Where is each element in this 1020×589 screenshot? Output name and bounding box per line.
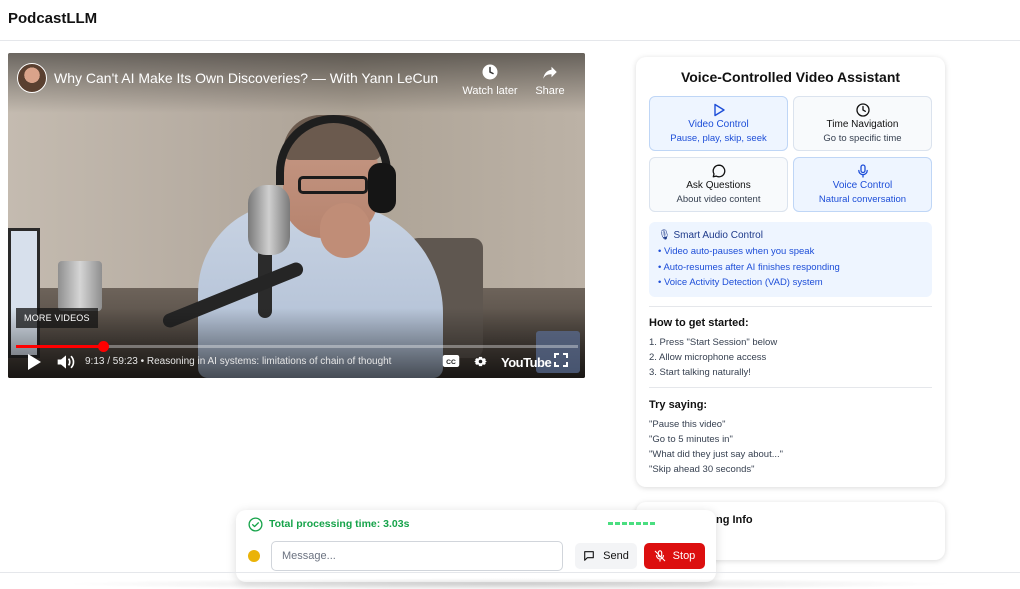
stop-label: Stop <box>672 550 696 562</box>
feature-subtitle: Pause, play, skip, seek <box>670 133 767 144</box>
feature-title: Ask Questions <box>686 180 751 191</box>
video-frame-headphone-cup <box>368 163 396 213</box>
volume-button[interactable] <box>56 353 76 376</box>
fullscreen-button[interactable] <box>554 353 568 372</box>
get-started-step: 1. Press "Start Session" below <box>649 337 778 348</box>
feature-title: Time Navigation <box>826 119 899 130</box>
feature-subtitle: About video content <box>676 194 761 205</box>
svg-text:CC: CC <box>446 359 456 366</box>
progress-bar[interactable] <box>16 341 578 352</box>
video-time: 9:13 / 59:23 <box>85 356 138 367</box>
feature-voice-control[interactable]: Voice Control Natural conversation <box>793 157 932 212</box>
play-icon <box>713 103 725 117</box>
video-frame-microphone <box>248 185 290 255</box>
message-input[interactable] <box>271 541 563 571</box>
bottom-divider <box>0 572 1020 573</box>
try-saying-title: Try saying: <box>649 399 708 411</box>
watch-later-label: Watch later <box>462 85 518 97</box>
top-bar: PodcastLLM <box>0 0 1020 41</box>
example-phrase: "Go to 5 minutes in" <box>649 434 733 445</box>
get-started-step: 2. Allow microphone access <box>649 352 767 363</box>
stop-button[interactable]: Stop <box>644 543 705 569</box>
send-button[interactable]: Send <box>575 543 637 569</box>
video-frame-hand <box>320 203 370 258</box>
microphone-icon <box>857 164 868 178</box>
more-videos-button[interactable]: MORE VIDEOS <box>16 308 98 328</box>
example-phrase: "Skip ahead 30 seconds" <box>649 464 755 475</box>
fullscreen-icon <box>554 353 568 367</box>
channel-avatar[interactable] <box>17 63 47 93</box>
video-time-and-chapter: 9:13 / 59:23 • Reasoning in AI systems: … <box>85 356 391 367</box>
message-square-icon <box>584 551 594 561</box>
divider <box>649 387 932 388</box>
video-chapter[interactable]: • Reasoning in AI systems: limitations o… <box>141 356 392 367</box>
feature-subtitle: Natural conversation <box>818 194 907 205</box>
example-phrase: "What did they just say about..." <box>649 449 784 460</box>
video-player[interactable]: Why Can't AI Make Its Own Discoveries? —… <box>8 53 585 378</box>
watch-later-button[interactable]: Watch later <box>460 63 520 97</box>
send-label: Send <box>603 550 629 562</box>
clock-icon <box>482 64 498 80</box>
chat-bubble-icon <box>712 164 725 178</box>
voice-assistant-panel: Voice-Controlled Video Assistant Video C… <box>636 57 945 487</box>
video-frame-mug <box>58 261 102 311</box>
smart-audio-title: 🎙 Smart Audio Control <box>658 230 763 241</box>
play-icon <box>28 354 41 370</box>
smart-audio-item: • Video auto-pauses when you speak <box>658 246 815 257</box>
audio-level-indicator <box>608 522 656 525</box>
feature-title: Voice Control <box>832 180 893 191</box>
microphone-off-icon <box>654 550 665 562</box>
smart-audio-info: 🎙 Smart Audio Control • Video auto-pause… <box>649 222 932 297</box>
get-started-title: How to get started: <box>649 317 749 329</box>
bottom-shadow <box>60 578 960 589</box>
settings-button[interactable] <box>472 353 489 375</box>
play-button[interactable] <box>26 353 42 376</box>
assistant-title: Voice-Controlled Video Assistant <box>680 69 901 85</box>
feature-time-navigation[interactable]: Time Navigation Go to specific time <box>793 96 932 151</box>
share-arrow-icon <box>543 66 557 79</box>
example-phrase: "Pause this video" <box>649 419 726 430</box>
volume-icon <box>57 355 75 369</box>
smart-audio-item: • Voice Activity Detection (VAD) system <box>658 277 823 288</box>
connection-status-dot <box>248 550 260 562</box>
feature-ask-questions[interactable]: Ask Questions About video content <box>649 157 788 212</box>
feature-title: Video Control <box>688 119 749 130</box>
progress-fill <box>16 345 104 348</box>
feature-subtitle: Go to specific time <box>823 133 902 144</box>
share-label: Share <box>535 85 565 97</box>
divider <box>649 306 932 307</box>
youtube-logo[interactable]: YouTube <box>501 355 552 370</box>
video-title[interactable]: Why Can't AI Make Its Own Discoveries? —… <box>54 70 438 86</box>
smart-audio-item: • Auto-resumes after AI finishes respond… <box>658 261 840 273</box>
closed-captions-icon: CC <box>442 355 460 367</box>
get-started-step: 3. Start talking naturally! <box>649 367 751 378</box>
check-circle-icon <box>248 517 263 532</box>
clock-icon <box>855 103 870 117</box>
feature-video-control[interactable]: Video Control Pause, play, skip, seek <box>649 96 788 151</box>
app-brand: PodcastLLM <box>8 10 98 27</box>
gear-icon <box>474 356 487 367</box>
info-card-title: ng Info <box>716 514 753 526</box>
captions-button[interactable]: CC <box>442 353 460 374</box>
processing-time: Total processing time: 3.03s <box>269 518 410 530</box>
share-button[interactable]: Share <box>520 63 580 97</box>
